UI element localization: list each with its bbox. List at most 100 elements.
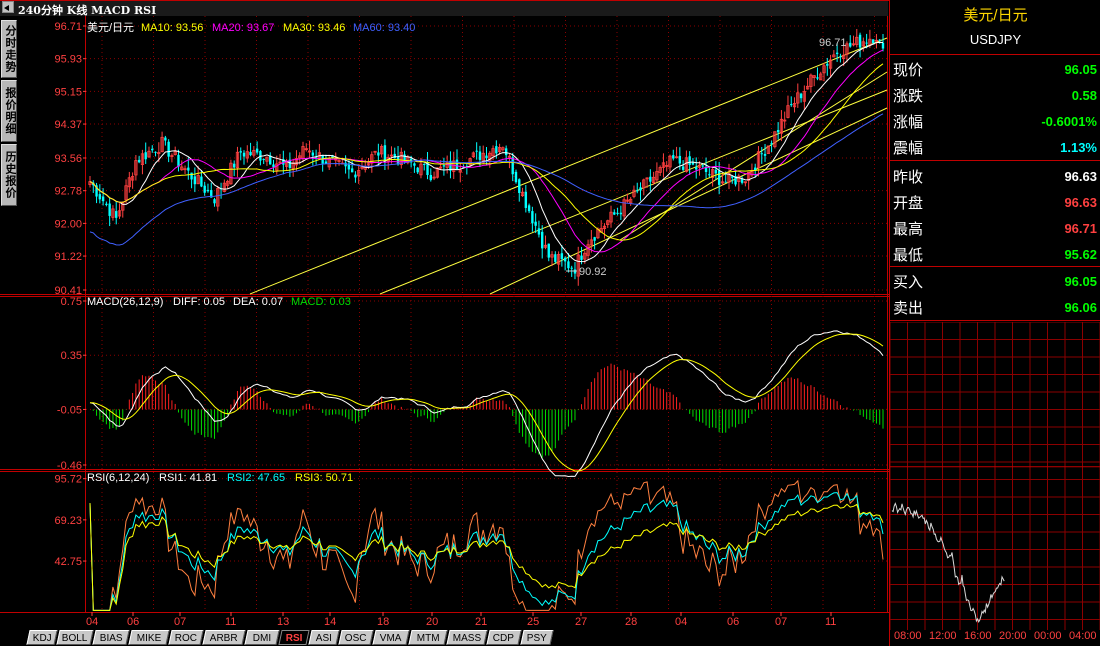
candle-body: [413, 163, 416, 166]
indicator-tab-mike[interactable]: MIKE: [128, 630, 170, 645]
indicator-tab-arbr[interactable]: ARBR: [202, 630, 246, 645]
candle-body: [495, 146, 498, 154]
indicator-tab-label: OSC: [344, 633, 367, 644]
indicator-tab-mtm[interactable]: MTM: [408, 630, 448, 645]
quote-row-value: -0.6001%: [1041, 114, 1097, 129]
chart-area[interactable]: 96.71 95.93 95.15 94.37 93.56 92.78 92.00 91.22…: [0, 0, 889, 630]
x-axis-label: 11: [225, 616, 236, 628]
candle-body: [839, 56, 842, 58]
indicator-tab-boll[interactable]: BOLL: [56, 630, 94, 645]
x-axis-label: 04: [675, 616, 687, 628]
quote-row-value: 96.05: [1064, 62, 1097, 77]
candle-body: [593, 237, 596, 241]
indicator-tab-psy[interactable]: PSY: [520, 630, 554, 645]
price-y-tick-label: 95.15: [54, 86, 82, 98]
indicator-tab-label: KDJ: [32, 633, 52, 644]
quote-row-label: 震幅: [893, 140, 924, 157]
x-axis-label: 28: [625, 616, 637, 628]
candle-body: [137, 159, 141, 163]
intraday-mini-chart[interactable]: [890, 322, 1100, 630]
candle-body: [770, 143, 773, 145]
candle-body: [636, 190, 639, 192]
candle-body: [616, 212, 619, 214]
indicator-tab-label: VMA: [379, 633, 402, 644]
candle-body: [790, 104, 793, 106]
macd-legend-macd: MACD: 0.03: [291, 296, 351, 308]
quote-row: 昨收 96.63: [890, 163, 1100, 189]
x-axis-ticks: 04 06 07 11 13 14 18 20 21 25 27 28 04 06 07 11: [86, 612, 836, 628]
price-y-tick-label: 92.78: [54, 186, 82, 198]
macd-y-tick-label: 0.75: [61, 296, 82, 308]
indicator-tab-rsi[interactable]: RSI: [278, 630, 310, 645]
candle-body: [639, 187, 642, 191]
candle-body: [531, 211, 534, 224]
candle-body: [429, 174, 432, 181]
indicator-tab-vma[interactable]: VMA: [372, 630, 410, 645]
rsi3-line: [89, 503, 884, 611]
candle-body: [187, 167, 190, 171]
macd-panel: [89, 330, 884, 478]
indicator-tab-bias[interactable]: BIAS: [92, 630, 130, 645]
candle-body: [881, 42, 885, 49]
indicator-tab-roc[interactable]: ROC: [168, 630, 204, 645]
price-y-tick-label: 92.00: [54, 218, 82, 230]
candle-body: [101, 196, 105, 202]
candle-body: [455, 159, 459, 170]
candle-body: [688, 156, 691, 165]
indicator-tab-osc[interactable]: OSC: [338, 630, 374, 645]
indicator-tab-label: MIKE: [136, 633, 162, 644]
indicator-tab-asi[interactable]: ASI: [308, 630, 340, 645]
quote-row-value: 96.63: [1064, 169, 1097, 184]
rsi-y-tick-label: 42.75: [54, 556, 82, 568]
candle-body: [478, 151, 482, 160]
candle-body: [475, 150, 478, 152]
candle-body: [485, 155, 488, 159]
candle-body: [350, 168, 354, 173]
candle-body: [573, 269, 577, 274]
indicator-tab-mass[interactable]: MASS: [446, 630, 488, 645]
x-axis-label: 07: [775, 616, 787, 628]
rsi-y-tick-label: 69.23: [54, 515, 82, 527]
y-axis-line: [85, 16, 86, 612]
intraday-time-label: 16:00: [964, 630, 992, 642]
intraday-time-label: 20:00: [999, 630, 1027, 642]
candle-body: [754, 167, 757, 171]
candle-body: [858, 34, 862, 48]
x-axis-label: 20: [426, 616, 438, 628]
candle-body: [164, 137, 167, 141]
macd-legend-diff: DIFF: 0.05: [173, 296, 225, 308]
candle-body: [504, 148, 508, 156]
x-axis-label: 06: [727, 616, 739, 628]
price-legend-ma60: MA60: 93.40: [353, 22, 415, 34]
divider: [890, 160, 1100, 161]
candle-body: [98, 194, 102, 200]
quote-row-value: 96.71: [1064, 221, 1097, 236]
candle-body: [701, 165, 704, 167]
indicator-tab-dmi[interactable]: DMI: [244, 630, 280, 645]
quote-row: 涨幅 -0.6001%: [890, 108, 1100, 134]
quote-row: 涨跌 0.58: [890, 82, 1100, 108]
candle-body: [776, 129, 780, 133]
quote-symbol: USDJPY: [969, 32, 1022, 47]
indicator-tab-cdp[interactable]: CDP: [486, 630, 522, 645]
quote-row: 买入 96.05: [890, 268, 1100, 294]
x-axis-label: 11: [825, 616, 836, 628]
quote-row-value: 96.05: [1064, 274, 1097, 289]
indicator-tab-kdj[interactable]: KDJ: [26, 630, 58, 645]
x-axis-label: 07: [174, 616, 186, 628]
divider: [890, 54, 1100, 55]
rsi-panel: [89, 479, 884, 611]
candle-body: [200, 176, 203, 187]
low-price-label: 90.92: [579, 266, 607, 278]
macd-legend-name: MACD(26,12,9): [87, 296, 163, 308]
divider: [890, 320, 1100, 321]
candle-body: [249, 151, 252, 156]
quote-row-value: 1.13%: [1060, 140, 1097, 155]
x-axis-label: 13: [277, 616, 289, 628]
quote-row-label: 卖出: [893, 300, 924, 317]
macd-y-tick-label: -0.05: [57, 404, 82, 416]
candle-body: [377, 152, 380, 156]
panel-border: [0, 294, 889, 295]
candle-body: [154, 151, 157, 153]
intraday-time-axis: 08:00 12:00 16:00 20:00 00:00 04:00: [890, 630, 1100, 646]
